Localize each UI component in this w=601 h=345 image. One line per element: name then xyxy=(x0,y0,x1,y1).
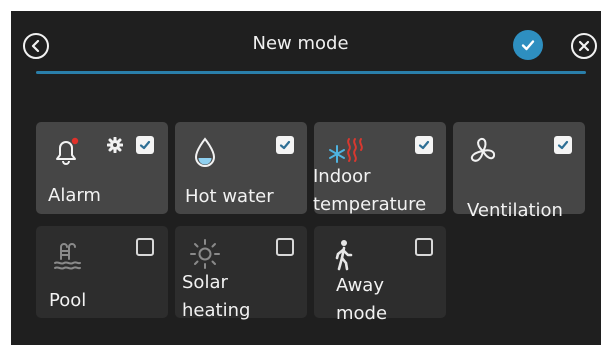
mode-tile-indoor-temperature[interactable]: Indoor temperature xyxy=(313,122,446,215)
tile-label-alarm: Alarm xyxy=(48,185,101,206)
fan-icon xyxy=(470,137,496,162)
check-icon xyxy=(418,140,430,150)
alarm-checkbox[interactable] xyxy=(136,136,154,154)
header-divider xyxy=(36,71,586,74)
sun-icon xyxy=(190,239,220,269)
check-icon xyxy=(279,140,291,150)
water-drop-icon xyxy=(194,137,216,167)
mode-tile-ventilation[interactable]: Ventilation xyxy=(453,122,585,221)
walking-person-icon xyxy=(335,240,353,271)
tile-label-pool: Pool xyxy=(49,290,87,311)
away-mode-checkbox[interactable] xyxy=(415,238,433,256)
page-title: New mode xyxy=(252,33,349,54)
check-icon xyxy=(521,40,535,51)
mode-tile-hot-water[interactable]: Hot water xyxy=(175,122,307,214)
close-button[interactable] xyxy=(571,33,597,59)
pool-icon xyxy=(54,243,81,270)
tile-label-indoor-temperature: Indoor temperature xyxy=(313,166,427,215)
bell-icon xyxy=(56,137,79,165)
ventilation-checkbox[interactable] xyxy=(554,136,572,154)
mode-tile-pool[interactable]: Pool xyxy=(36,226,168,318)
pool-checkbox[interactable] xyxy=(136,238,154,256)
tile-label-away-mode: Away mode xyxy=(336,275,388,324)
confirm-button[interactable] xyxy=(513,30,543,60)
hot-water-checkbox[interactable] xyxy=(276,136,294,154)
mode-tile-away-mode[interactable]: Away mode xyxy=(314,226,446,324)
tile-label-solar-heating: Solar heating xyxy=(182,272,251,321)
check-icon xyxy=(557,140,569,150)
close-icon xyxy=(578,40,590,52)
solar-heating-checkbox[interactable] xyxy=(276,238,294,256)
mode-tile-alarm[interactable]: Alarm xyxy=(36,122,168,214)
tile-label-hot-water: Hot water xyxy=(185,186,274,207)
tile-label-ventilation: Ventilation xyxy=(467,200,563,221)
mode-tile-solar-heating[interactable]: Solar heating xyxy=(175,226,307,321)
check-icon xyxy=(139,140,151,150)
gear-icon[interactable] xyxy=(107,137,123,153)
indoor-temperature-checkbox[interactable] xyxy=(415,136,433,154)
